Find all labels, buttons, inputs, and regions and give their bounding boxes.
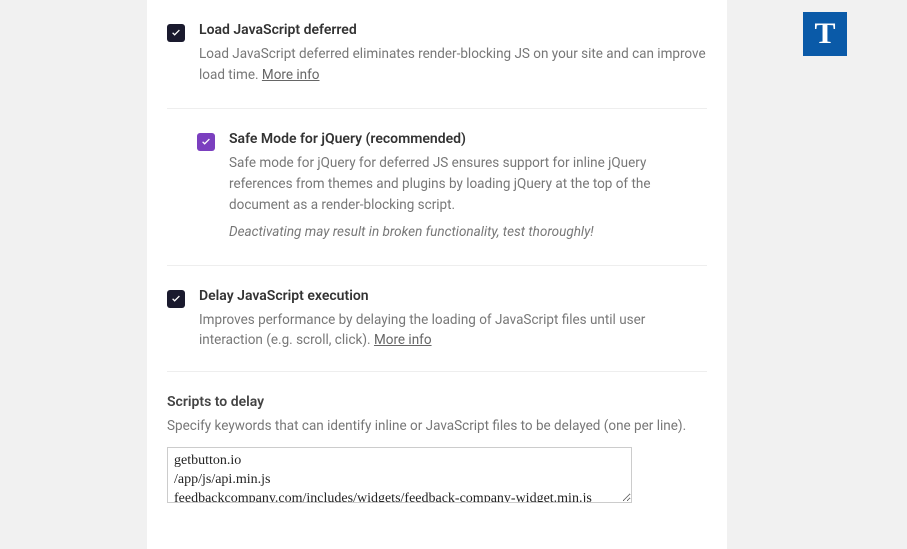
safe-mode-description: Safe mode for jQuery for deferred JS ens… xyxy=(229,153,707,216)
safe-mode-title: Safe Mode for jQuery (recommended) xyxy=(229,131,707,147)
scripts-to-delay-description: Specify keywords that can identify inlin… xyxy=(167,416,707,437)
check-icon xyxy=(170,27,182,39)
delay-execution-description: Improves performance by delaying the loa… xyxy=(199,310,707,352)
scripts-to-delay-textarea[interactable] xyxy=(167,447,632,503)
settings-panel: Load JavaScript deferred Load JavaScript… xyxy=(147,0,727,549)
scripts-to-delay-title: Scripts to delay xyxy=(167,394,707,410)
theme-badge-letter: T xyxy=(814,17,835,51)
checkbox-load-deferred[interactable] xyxy=(167,24,185,42)
check-icon xyxy=(200,136,212,148)
load-deferred-description: Load JavaScript deferred eliminates rend… xyxy=(199,44,707,86)
load-deferred-more-info-link[interactable]: More info xyxy=(262,67,320,83)
safe-mode-warning: Deactivating may result in broken functi… xyxy=(229,222,707,243)
delay-execution-more-info-link[interactable]: More info xyxy=(374,332,432,348)
checkbox-safe-mode[interactable] xyxy=(197,133,215,151)
section-safe-mode: Safe Mode for jQuery (recommended) Safe … xyxy=(167,108,707,265)
theme-badge[interactable]: T xyxy=(803,12,847,56)
section-delay-execution: Delay JavaScript execution Improves perf… xyxy=(167,265,707,530)
check-icon xyxy=(170,293,182,305)
load-deferred-title: Load JavaScript deferred xyxy=(199,22,707,38)
checkbox-delay-execution[interactable] xyxy=(167,290,185,308)
section-load-deferred: Load JavaScript deferred Load JavaScript… xyxy=(167,0,707,108)
delay-execution-title: Delay JavaScript execution xyxy=(199,288,707,304)
